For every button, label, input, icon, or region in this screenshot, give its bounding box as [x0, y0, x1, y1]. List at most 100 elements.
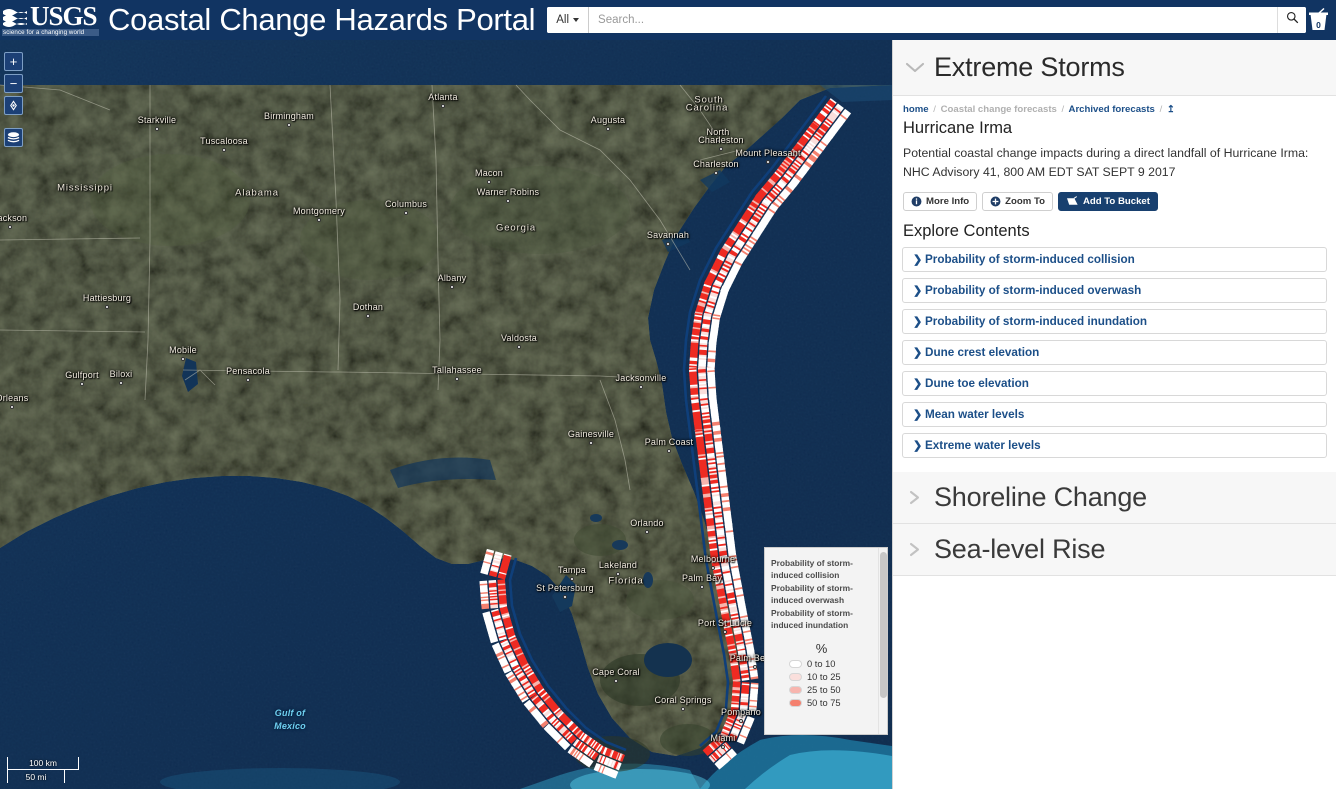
- section-title-sea-level-rise: Sea-level Rise: [934, 534, 1106, 564]
- section-title-shoreline-change: Shoreline Change: [934, 482, 1147, 512]
- chevron-right-icon: ❯: [913, 316, 923, 328]
- content-item-label: Dune toe elevation: [925, 377, 1029, 390]
- chevron-right-icon: ❯: [913, 347, 923, 359]
- chevron-right-icon: [902, 490, 928, 505]
- bucket-icon: [1066, 196, 1079, 207]
- chevron-down-icon: [573, 18, 580, 22]
- add-to-bucket-label: Add To Bucket: [1082, 196, 1150, 207]
- layers-icon: [7, 132, 20, 143]
- breadcrumb-home[interactable]: home: [903, 104, 929, 115]
- add-to-bucket-button[interactable]: Add To Bucket: [1057, 192, 1158, 211]
- more-info-label: More Info: [926, 196, 970, 207]
- search-bar: All: [547, 7, 1307, 33]
- scale-mi-label: 50 mi: [25, 771, 47, 782]
- chevron-right-icon: [902, 542, 928, 557]
- chevron-right-icon: ❯: [913, 285, 923, 297]
- legend-class-label: 10 to 25: [807, 672, 841, 683]
- breadcrumb-coastal-change-forecasts[interactable]: Coastal change forecasts: [941, 104, 1057, 115]
- legend-title-inundation: Probability of storm-induced inundation: [771, 607, 853, 631]
- legend-title-overwash: Probability of storm-induced overwash: [771, 582, 853, 606]
- content-item[interactable]: ❯ Dune toe elevation: [902, 371, 1327, 396]
- content-item[interactable]: ❯ Dune crest elevation: [902, 340, 1327, 365]
- search-button[interactable]: [1277, 7, 1307, 33]
- zoom-to-label: Zoom To: [1005, 196, 1045, 207]
- breadcrumb-separator: /: [933, 104, 936, 115]
- item-title: Hurricane Irma: [903, 119, 1013, 137]
- scale-km-row: 100 km: [7, 757, 79, 770]
- chevron-down-icon: [902, 61, 928, 74]
- content-item-label: Probability of storm-induced inundation: [925, 315, 1148, 328]
- basemap-selector-button[interactable]: [4, 128, 23, 147]
- breadcrumb-up-icon[interactable]: ↥: [1167, 104, 1175, 115]
- content-item-label: Dune crest elevation: [925, 346, 1040, 359]
- legend-unit-label: %: [815, 641, 828, 657]
- legend-swatch: [789, 673, 802, 682]
- legend-class-row: 50 to 75: [789, 698, 872, 708]
- breadcrumb-archived-forecasts[interactable]: Archived forecasts: [1069, 104, 1155, 115]
- search-icon: [1286, 11, 1299, 29]
- explore-contents-list: ❯ Probability of storm-induced collision ❯…: [893, 247, 1336, 458]
- zoom-to-button[interactable]: Zoom To: [982, 192, 1053, 211]
- legend-class-label: 0 to 10: [807, 659, 836, 670]
- breadcrumb-separator: /: [1159, 104, 1163, 115]
- section-body-extreme-storms: home / Coastal change forecasts / Archiv…: [893, 96, 1336, 470]
- explore-contents-title: Explore Contents: [903, 222, 1030, 240]
- page-title: Coastal Change Hazards Portal: [108, 2, 536, 37]
- content-item[interactable]: ❯ Mean water levels: [902, 402, 1327, 427]
- legend-class-label: 25 to 50: [807, 685, 841, 696]
- legend-scrollbar[interactable]: [878, 548, 887, 734]
- legend-swatch: [789, 660, 802, 669]
- legend-class-row: 0 to 10: [789, 659, 872, 669]
- search-scope-selector[interactable]: All: [547, 7, 590, 33]
- content-item[interactable]: ❯ Probability of storm-induced inundation: [902, 309, 1327, 334]
- scale-mi-row: 50 mi: [7, 770, 65, 783]
- usgs-tagline: science for a changing world: [2, 29, 99, 36]
- search-input[interactable]: [589, 7, 1278, 33]
- map-canvas[interactable]: Starkville Birmingham Tuscaloosa Mississipp…: [0, 40, 892, 789]
- usgs-wave-icon: [2, 7, 28, 27]
- locate-button[interactable]: [4, 96, 23, 115]
- section-header-sea-level-rise[interactable]: Sea-level Rise: [893, 524, 1336, 576]
- map-zoom-controls: + −: [4, 52, 23, 115]
- legend-title-collision: Probability of storm-induced collision: [771, 558, 853, 581]
- content-item[interactable]: ❯ Probability of storm-induced overwash: [902, 278, 1327, 303]
- plus-circle-icon: [990, 196, 1001, 207]
- bucket-button[interactable]: 0: [1306, 7, 1331, 33]
- zoom-in-button[interactable]: +: [4, 52, 23, 71]
- usgs-wordmark: USGS: [2, 1, 99, 31]
- zoom-out-button[interactable]: −: [4, 74, 23, 93]
- content-item[interactable]: ❯ Extreme water levels: [902, 433, 1327, 458]
- legend-scrollbar-thumb[interactable]: [880, 552, 887, 698]
- legend-class-row: 25 to 50: [789, 685, 872, 695]
- chevron-right-icon: ❯: [913, 409, 923, 421]
- usgs-logo[interactable]: USGS science for a changing world: [2, 2, 99, 38]
- breadcrumb: home / Coastal change forecasts / Archiv…: [893, 96, 1336, 117]
- section-title-extreme-storms: Extreme Storms: [934, 52, 1125, 82]
- bucket-icon: 0: [1306, 7, 1331, 33]
- crosshair-icon: [10, 100, 17, 111]
- item-description: Potential coastal change impacts during …: [903, 146, 1309, 179]
- scale-km-label: 100 km: [29, 758, 57, 768]
- map-basemap-imagery: [0, 40, 892, 789]
- map-legend[interactable]: Probability of storm-induced collision P…: [764, 547, 888, 735]
- usgs-logo-text: USGS: [30, 1, 98, 31]
- section-header-shoreline-change[interactable]: Shoreline Change: [893, 472, 1336, 524]
- content-item-label: Probability of storm-induced overwash: [925, 284, 1142, 297]
- chevron-right-icon: ❯: [913, 254, 923, 266]
- section-header-extreme-storms[interactable]: Extreme Storms: [893, 40, 1336, 96]
- breadcrumb-separator: /: [1061, 104, 1065, 115]
- legend-body: Probability of storm-induced collision P…: [765, 548, 878, 734]
- item-action-buttons: More Info Zoom To Add To Bucket: [893, 190, 1336, 211]
- content-item[interactable]: ❯ Probability of storm-induced collision: [902, 247, 1327, 272]
- more-info-button[interactable]: More Info: [903, 192, 978, 211]
- info-icon: [911, 196, 922, 207]
- chevron-right-icon: ❯: [913, 440, 923, 452]
- legend-class-label: 50 to 75: [807, 698, 841, 709]
- bucket-count-badge: 0: [1316, 20, 1321, 30]
- header-actions: 0 ?: [1306, 5, 1336, 36]
- contents-panel: Extreme Storms home / Coastal change for…: [892, 40, 1336, 789]
- content-item-label: Extreme water levels: [925, 439, 1041, 452]
- app-header: USGS science for a changing world Coasta…: [0, 0, 1336, 40]
- chevron-right-icon: ❯: [913, 378, 923, 390]
- legend-swatch: [789, 686, 802, 695]
